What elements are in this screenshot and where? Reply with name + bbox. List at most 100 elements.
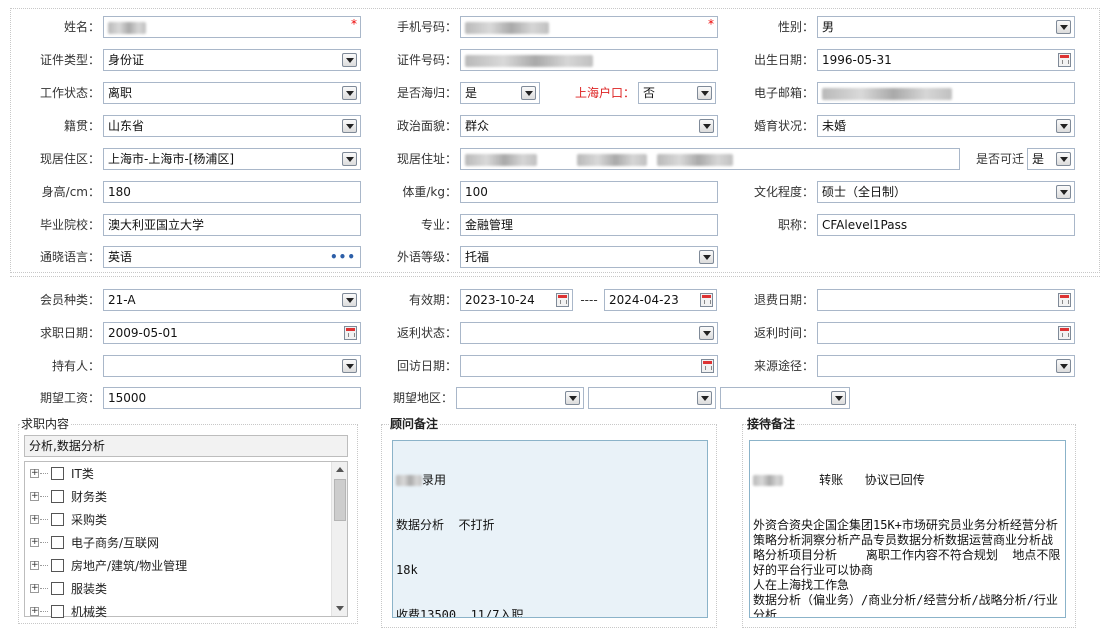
chevron-down-icon[interactable] xyxy=(342,293,357,307)
chevron-down-icon[interactable] xyxy=(699,119,714,133)
education-select[interactable]: 硕士（全日制） xyxy=(817,181,1075,203)
expand-icon[interactable]: + xyxy=(30,492,39,501)
marital-select[interactable]: 未婚 xyxy=(817,115,1075,137)
scroll-up-arrow-icon[interactable] xyxy=(336,467,344,472)
reception-note-textarea[interactable]: 转账 协议已回传 外资合资央企国企集团15K+市场研究员业务分析经营分析策略分析… xyxy=(749,440,1066,618)
checkbox[interactable] xyxy=(51,490,64,503)
email-field[interactable] xyxy=(817,82,1075,104)
calendar-icon[interactable] xyxy=(1058,53,1071,67)
scroll-thumb[interactable] xyxy=(334,479,346,521)
member-type-label: 会员种类： xyxy=(39,293,100,307)
chevron-down-icon[interactable] xyxy=(699,326,714,340)
residence-area-select[interactable]: 上海市-上海市-[杨浦区] xyxy=(103,148,361,170)
rebate-status-select[interactable] xyxy=(460,322,718,344)
validity-end-field[interactable]: 2024-04-23 xyxy=(604,289,717,311)
expand-icon[interactable]: + xyxy=(30,538,39,547)
chevron-down-icon[interactable] xyxy=(831,391,846,405)
calendar-icon[interactable] xyxy=(700,293,713,307)
holder-select[interactable] xyxy=(103,355,361,377)
region-province-select[interactable] xyxy=(456,387,584,409)
address-field[interactable] xyxy=(460,148,960,170)
work-status-select[interactable]: 离职 xyxy=(103,82,361,104)
calendar-icon[interactable] xyxy=(701,359,714,373)
chevron-down-icon[interactable] xyxy=(342,86,357,100)
chevron-down-icon[interactable] xyxy=(1056,20,1071,34)
shanghai-hukou-select[interactable]: 否 xyxy=(638,82,716,104)
id-number-field[interactable] xyxy=(460,49,718,71)
chevron-down-icon[interactable] xyxy=(342,359,357,373)
visit-date-field[interactable] xyxy=(460,355,718,377)
calendar-icon[interactable] xyxy=(1058,326,1071,340)
rebate-time-field[interactable] xyxy=(817,322,1075,344)
chevron-down-icon[interactable] xyxy=(342,152,357,166)
language-level-select[interactable]: 托福 xyxy=(460,246,718,268)
address-label: 现居住址： xyxy=(396,152,457,166)
calendar-icon[interactable] xyxy=(556,293,569,307)
chevron-down-icon[interactable] xyxy=(1056,359,1071,373)
checkbox[interactable] xyxy=(51,559,64,572)
chevron-down-icon[interactable] xyxy=(697,86,712,100)
expand-icon[interactable]: + xyxy=(30,584,39,593)
id-type-label: 证件类型： xyxy=(39,53,100,67)
consultant-note-title: 顾问备注 xyxy=(389,416,440,432)
language-field[interactable]: 英语 ••• xyxy=(103,246,361,268)
chevron-down-icon[interactable] xyxy=(697,391,712,405)
expand-icon[interactable]: + xyxy=(30,515,39,524)
scroll-down-arrow-icon[interactable] xyxy=(336,606,344,611)
job-date-field[interactable]: 2009-05-01 xyxy=(103,322,361,344)
major-label: 专业： xyxy=(420,218,457,232)
calendar-icon[interactable] xyxy=(344,326,357,340)
region-city-select[interactable] xyxy=(588,387,716,409)
validity-start-field[interactable]: 2023-10-24 xyxy=(460,289,573,311)
major-field[interactable]: 金融管理 xyxy=(460,214,718,236)
chevron-down-icon[interactable] xyxy=(342,53,357,67)
checkbox[interactable] xyxy=(51,513,64,526)
salary-value: 15000 xyxy=(108,391,147,405)
id-type-select[interactable]: 身份证 xyxy=(103,49,361,71)
validity-end-value: 2024-04-23 xyxy=(609,293,679,307)
chevron-down-icon[interactable] xyxy=(1056,119,1071,133)
checkbox[interactable] xyxy=(51,536,64,549)
job-date-label: 求职日期： xyxy=(39,326,100,340)
chevron-down-icon[interactable] xyxy=(1056,185,1071,199)
school-value: 澳大利亚国立大学 xyxy=(108,218,205,232)
expand-icon[interactable]: + xyxy=(30,561,39,570)
school-field[interactable]: 澳大利亚国立大学 xyxy=(103,214,361,236)
source-select[interactable] xyxy=(817,355,1075,377)
chevron-down-icon[interactable] xyxy=(342,119,357,133)
tree-item-label: IT类 xyxy=(71,467,94,481)
consultant-note-textarea[interactable]: 录用 数据分析 不打折 18k 收费13500 11/7入职 xyxy=(392,440,708,618)
political-label: 政治面貌： xyxy=(396,119,457,133)
expand-icon[interactable]: + xyxy=(30,469,39,478)
chevron-down-icon[interactable] xyxy=(521,86,536,100)
member-type-select[interactable]: 21-A xyxy=(103,289,361,311)
height-field[interactable]: 180 xyxy=(103,181,361,203)
checkbox[interactable] xyxy=(51,467,64,480)
professional-title-field[interactable]: CFAlevel1Pass xyxy=(817,214,1075,236)
chevron-down-icon[interactable] xyxy=(1056,152,1071,166)
expand-icon[interactable]: + xyxy=(30,607,39,616)
weight-value: 100 xyxy=(465,185,488,199)
mobile-field[interactable]: * xyxy=(460,16,718,38)
returnee-select[interactable]: 是 xyxy=(460,82,540,104)
birth-date-field[interactable]: 1996-05-31 xyxy=(817,49,1075,71)
language-label: 通晓语言： xyxy=(39,250,100,264)
id-number-label: 证件号码： xyxy=(396,53,457,67)
salary-field[interactable]: 15000 xyxy=(103,387,361,409)
chevron-down-icon[interactable] xyxy=(699,250,714,264)
political-select[interactable]: 群众 xyxy=(460,115,718,137)
relocate-select[interactable]: 是 xyxy=(1027,148,1075,170)
tree-scrollbar[interactable] xyxy=(331,462,347,616)
chevron-down-icon[interactable] xyxy=(565,391,580,405)
name-field[interactable]: * xyxy=(103,16,361,38)
native-place-select[interactable]: 山东省 xyxy=(103,115,361,137)
refund-date-field[interactable] xyxy=(817,289,1075,311)
calendar-icon[interactable] xyxy=(1058,293,1071,307)
gender-value: 男 xyxy=(822,20,835,34)
checkbox[interactable] xyxy=(51,582,64,595)
checkbox[interactable] xyxy=(51,605,64,618)
weight-field[interactable]: 100 xyxy=(460,181,718,203)
region-district-select[interactable] xyxy=(720,387,850,409)
gender-select[interactable]: 男 xyxy=(817,16,1075,38)
more-options-icon[interactable]: ••• xyxy=(330,247,356,267)
